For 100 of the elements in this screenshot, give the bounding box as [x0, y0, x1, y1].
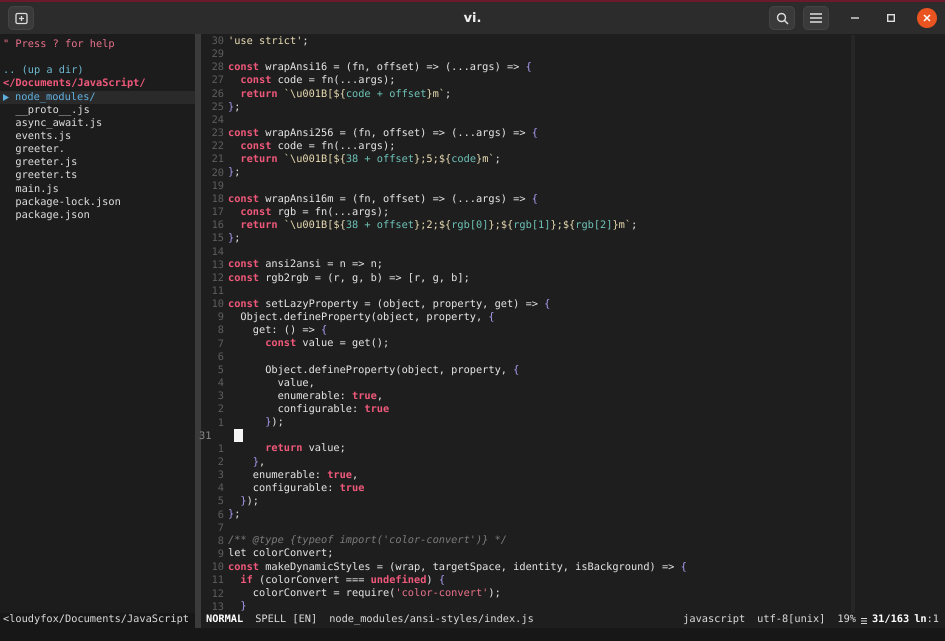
file-tree-item[interactable]: main.js [0, 182, 195, 196]
line-number: 8 [216, 324, 224, 338]
code-line: const ansi2ansi = n => n; [228, 258, 384, 272]
code-line: Object.defineProperty(object, property, { [264, 364, 520, 377]
code-line: return value; [264, 442, 347, 456]
close-icon [923, 14, 931, 22]
file-tree-item[interactable]: package-lock.json [0, 196, 195, 209]
code-line: const setLazyProperty = (object, property, get) => { [228, 298, 552, 311]
file-tree-item[interactable]: package.json [0, 208, 195, 222]
line-number: 1 [216, 416, 224, 430]
line-number: 3 [216, 390, 224, 404]
window-title: vi. [464, 10, 482, 28]
line-number: 12 [210, 272, 224, 285]
line-number: 9 [216, 548, 224, 562]
line-position: 31/163 [872, 613, 910, 627]
line-number: 10 [210, 561, 224, 574]
code-line: const rgb2rgb = (r, g, b) => [r, g, b]; [228, 272, 471, 285]
line-number: 7 [216, 522, 224, 535]
line-number: 13 [210, 258, 224, 272]
line-number: 2 [216, 456, 224, 470]
filetype-label: javascript [683, 613, 746, 627]
code-line: const wrapAnsi16 = (fn, offset) => (...args) => { [228, 61, 533, 74]
file-tree-item[interactable]: node_modules/ [0, 90, 195, 104]
code-line: return `\u001B[${38 + offset};5;${code}m`; [239, 153, 502, 166]
line-number: 23 [210, 127, 224, 140]
code-line: }, [252, 456, 266, 469]
file-tree-item[interactable]: __proto__.js [0, 104, 195, 117]
line-number: 2 [216, 403, 224, 417]
code-line: get: () => { [252, 324, 328, 338]
menu-icon [810, 13, 822, 23]
line-number: 22 [210, 140, 224, 154]
file-tree-item[interactable]: greeter.js [0, 156, 195, 170]
code-line: return `\u001B[${code + offset}m`; [239, 88, 452, 101]
line-number: 1 [216, 442, 224, 456]
code-line: if (colorConvert === undefined) { [239, 574, 446, 587]
code-line: }; [228, 100, 242, 114]
code-line: }); [264, 416, 285, 430]
code-line: configurable: true [276, 402, 390, 416]
line-number: 7 [216, 338, 224, 351]
line-number: 16 [210, 219, 224, 232]
line-number: 25 [210, 100, 224, 114]
minimize-icon [851, 17, 859, 19]
code-line: }; [228, 166, 242, 180]
code-line: const code = fn(...args); [239, 74, 396, 88]
code-line: const code = fn(...args); [239, 140, 396, 154]
line-number: 8 [216, 534, 224, 548]
line-number: 4 [216, 377, 224, 390]
line-number: 18 [210, 192, 224, 206]
line-number: 19 [210, 180, 224, 193]
line-number: 14 [210, 246, 224, 259]
line-number: 11 [210, 284, 224, 298]
line-number: 3 [216, 469, 224, 482]
column-position: :1 [926, 613, 939, 627]
line-number: 12 [210, 588, 224, 601]
collapsed-arrow-icon [3, 94, 9, 101]
file-name: node_modules/ansi-styles/index.js [329, 613, 534, 627]
file-tree-item[interactable]: greeter.ts [0, 169, 195, 183]
close-button[interactable] [917, 8, 937, 28]
line-number: 10 [210, 298, 224, 312]
line-number: 9 [216, 311, 224, 324]
code-line: const wrapAnsi16m = (fn, offset) => (...args) => { [228, 192, 539, 206]
code-line: 'use strict'; [228, 35, 310, 48]
code-line: const wrapAnsi256 = (fn, offset) => (...args) => { [228, 126, 539, 140]
line-number: 6 [216, 508, 224, 522]
new-tab-button[interactable] [8, 6, 34, 30]
line-number: 26 [210, 88, 224, 101]
spell-indicator: SPELL [EN] [255, 613, 318, 627]
code-line: configurable: true [252, 482, 366, 495]
code-line: /** @type {typeof import('color-convert')} */ [228, 534, 508, 548]
line-number: 5 [216, 364, 224, 378]
code-line: colorConvert = require('color-convert'); [252, 586, 502, 600]
parent-directory-link[interactable]: .. (up a dir) [3, 64, 84, 76]
encoding-label: utf-8[unix] [757, 613, 826, 627]
line-number: 21 [210, 153, 224, 167]
code-line: const rgb = fn(...args); [239, 206, 390, 219]
line-number: 15 [210, 232, 224, 246]
line-number: 11 [210, 574, 224, 588]
current-directory-path: </Documents/JavaScript/ [3, 77, 146, 90]
line-number: 5 [216, 495, 224, 509]
code-line: enumerable: true, [252, 468, 360, 482]
line-number: 6 [216, 350, 224, 364]
menu-button[interactable] [803, 6, 829, 30]
code-line: Object.defineProperty(object, property, { [239, 310, 496, 324]
file-tree-item[interactable]: greeter. [0, 143, 195, 156]
line-number: 20 [210, 166, 224, 180]
new-tab-icon [14, 12, 28, 24]
line-number: 24 [210, 114, 224, 128]
maximize-icon [887, 14, 895, 22]
file-tree-item[interactable]: async_await.js [0, 116, 195, 130]
search-button[interactable] [769, 6, 795, 30]
code-line: }; [228, 232, 242, 246]
line-number: 13 [210, 600, 224, 614]
code-line: const makeDynamicStyles = (wrap, targetSpace, identity, isBackground) => { [228, 560, 688, 574]
code-line: let colorConvert; [228, 547, 334, 561]
line-label: ln [914, 613, 927, 627]
file-tree-item[interactable]: events.js [0, 130, 195, 144]
code-line: return `\u001B[${38 + offset};2;${rgb[0]};${rgb[1]};${rgb[2]}m`; [239, 218, 638, 232]
code-line: } [239, 600, 248, 614]
code-line: const value = get(); [264, 337, 390, 350]
line-number: 28 [210, 61, 224, 74]
